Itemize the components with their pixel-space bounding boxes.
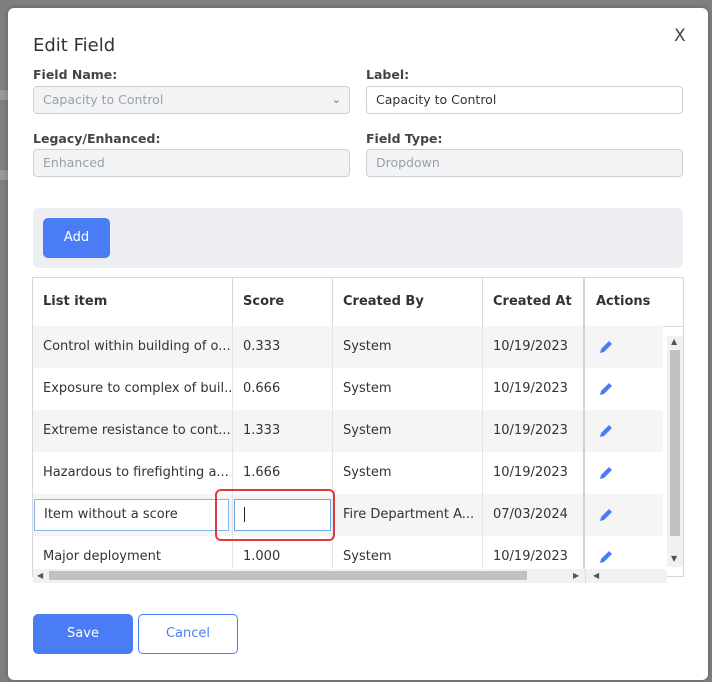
cell-created-at: 10/19/2023 [483, 368, 585, 410]
vertical-scroll-thumb[interactable] [670, 350, 680, 536]
field-type-field: Dropdown [366, 149, 683, 177]
cell-created-by: System [333, 452, 483, 494]
table-row[interactable]: Extreme resistance to cont... 1.333 Syst… [33, 410, 663, 453]
cell-score: 1.666 [233, 452, 333, 494]
header-score[interactable]: Score [233, 278, 333, 326]
label-label: Label: [366, 67, 410, 82]
pencil-icon[interactable] [598, 507, 614, 523]
highlight-box [215, 489, 335, 541]
scroll-left-arrow-icon[interactable]: ◀ [37, 571, 43, 580]
cell-actions [586, 368, 663, 410]
header-created-by[interactable]: Created By [333, 278, 483, 326]
legacy-enhanced-label: Legacy/Enhanced: [33, 131, 161, 146]
pencil-icon[interactable] [598, 549, 614, 565]
field-type-label: Field Type: [366, 131, 443, 146]
field-name-select[interactable]: Capacity to Control ⌄ [33, 86, 350, 114]
vertical-scrollbar[interactable]: ▲ ▼ [667, 336, 683, 567]
background-strip [0, 90, 8, 100]
cell-actions [586, 452, 663, 494]
cell-actions [586, 494, 663, 536]
chevron-down-icon: ⌄ [331, 93, 341, 106]
grid-header: List item Score Created By Created At Ac… [33, 278, 683, 327]
table-row[interactable]: Exposure to complex of buil... 0.666 Sys… [33, 368, 663, 411]
pencil-icon[interactable] [598, 381, 614, 397]
scroll-left-arrow-icon[interactable]: ◀ [593, 571, 599, 580]
field-name-label: Field Name: [33, 67, 118, 82]
scroll-right-arrow-icon[interactable]: ▶ [573, 571, 579, 580]
horizontal-scrollbar[interactable]: ◀ ▶ ◀ [33, 569, 667, 583]
horizontal-scroll-thumb[interactable] [49, 571, 527, 580]
cell-created-by: System [333, 410, 483, 452]
cell-created-by: System [333, 326, 483, 368]
label-input[interactable]: Capacity to Control [366, 86, 683, 114]
cell-actions [586, 410, 663, 452]
cell-actions [586, 326, 663, 368]
field-name-value: Capacity to Control [43, 92, 164, 107]
scroll-down-arrow-icon[interactable]: ▼ [671, 554, 677, 563]
scroll-up-arrow-icon[interactable]: ▲ [671, 337, 677, 346]
cell-created-by: System [333, 368, 483, 410]
pencil-icon[interactable] [598, 423, 614, 439]
cell-score: 0.666 [233, 368, 333, 410]
save-button[interactable]: Save [33, 614, 133, 654]
list-item-input[interactable]: Item without a score [34, 499, 229, 531]
header-actions: Actions [596, 294, 651, 309]
pencil-icon[interactable] [598, 465, 614, 481]
table-row[interactable]: Control within building of o... 0.333 Sy… [33, 326, 663, 369]
table-toolbar: Add [33, 208, 683, 268]
cell-created-at: 10/19/2023 [483, 452, 585, 494]
cell-created-at: 10/19/2023 [483, 410, 585, 452]
add-button[interactable]: Add [43, 218, 110, 258]
cell-score: 1.333 [233, 410, 333, 452]
table-row[interactable]: Hazardous to firefighting a... 1.666 Sys… [33, 452, 663, 495]
cell-list-item: Control within building of o... [33, 326, 233, 368]
cancel-button[interactable]: Cancel [138, 614, 238, 654]
close-icon[interactable]: X [674, 26, 686, 46]
edit-field-modal: Edit Field X Field Name: Capacity to Con… [8, 8, 708, 680]
cell-created-by: Fire Department A... [333, 494, 483, 536]
cell-created-at: 10/19/2023 [483, 326, 585, 368]
header-created-at[interactable]: Created At [483, 278, 585, 326]
cell-list-item: Item without a score [33, 494, 233, 536]
cell-list-item: Exposure to complex of buil... [33, 368, 233, 410]
header-list-item[interactable]: List item [33, 278, 233, 326]
scrollbar-divider [585, 569, 586, 583]
pencil-icon[interactable] [598, 339, 614, 355]
table-row-editing[interactable]: Item without a score Fire Department A..… [33, 494, 663, 537]
modal-title: Edit Field [33, 35, 116, 56]
list-items-grid: List item Score Created By Created At Ac… [32, 277, 684, 577]
cell-list-item: Extreme resistance to cont... [33, 410, 233, 452]
cell-score: 0.333 [233, 326, 333, 368]
legacy-enhanced-field: Enhanced [33, 149, 350, 177]
background-strip [0, 170, 8, 180]
cell-created-at: 07/03/2024 [483, 494, 585, 536]
cell-list-item: Hazardous to firefighting a... [33, 452, 233, 494]
